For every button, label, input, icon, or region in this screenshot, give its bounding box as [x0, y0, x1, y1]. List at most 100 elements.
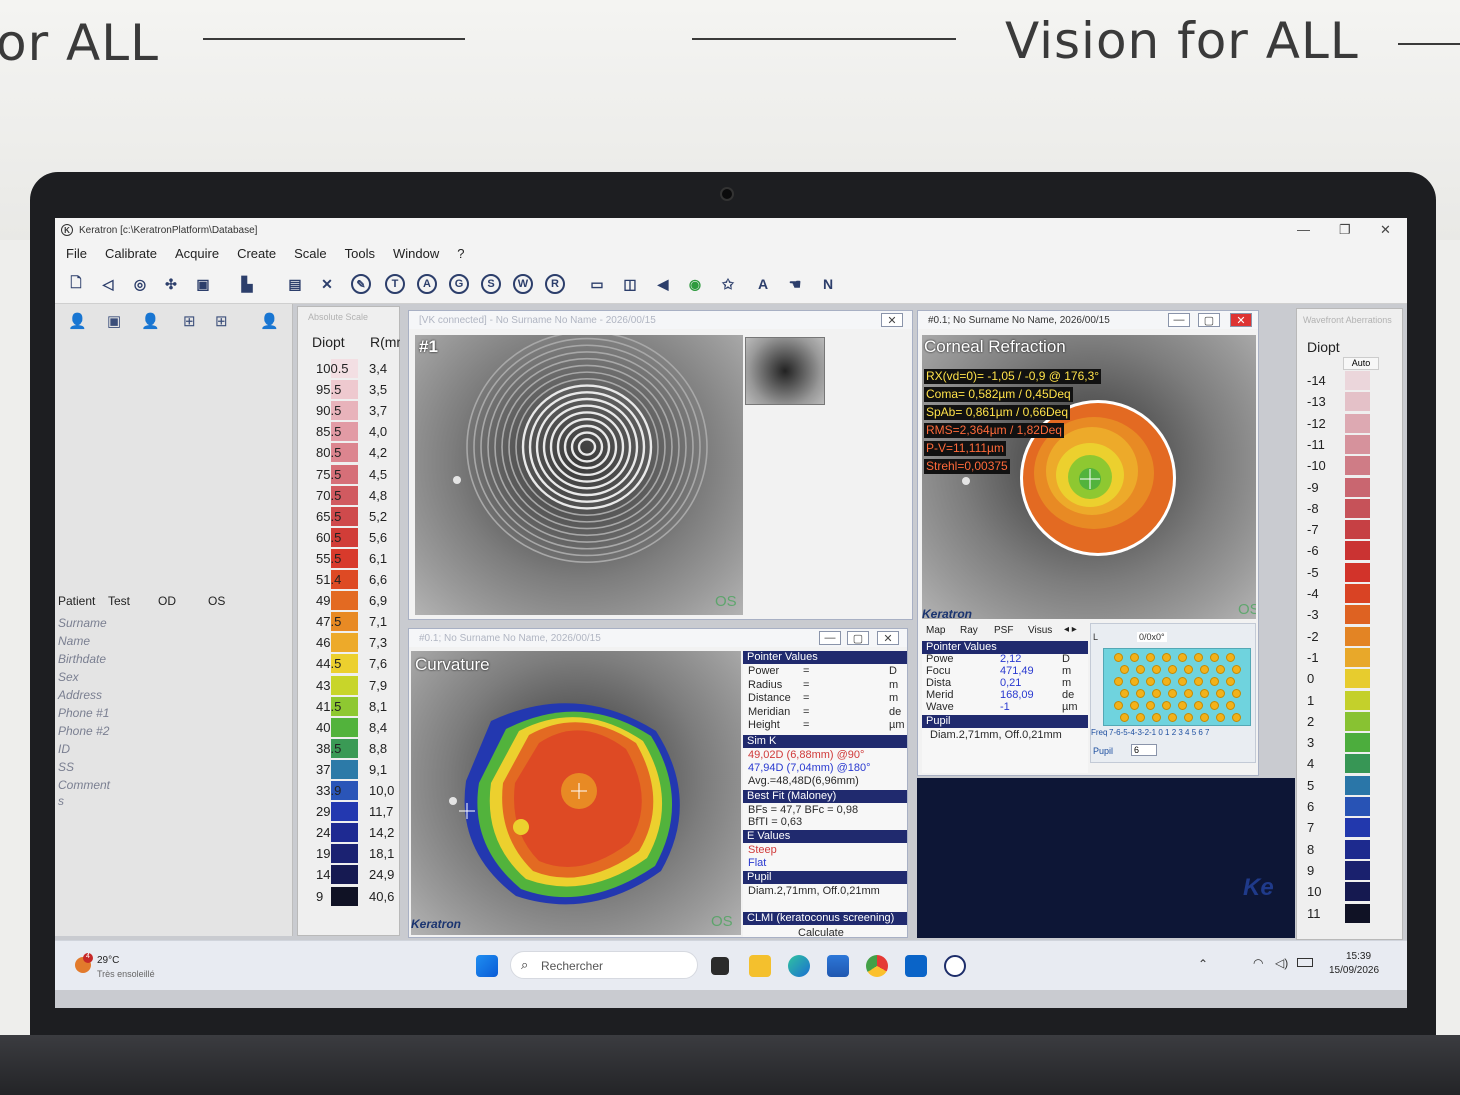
- phone2-field[interactable]: Phone #2: [58, 724, 109, 738]
- file-explorer-icon[interactable]: [749, 955, 771, 977]
- comment-field[interactable]: Comment: [58, 778, 110, 792]
- freq-label: Freq: [1091, 728, 1108, 737]
- group-left-icon[interactable]: ⊞: [183, 312, 196, 330]
- menu-acquire[interactable]: Acquire: [175, 246, 219, 261]
- app-title: Keratron [c:\KeratronPlatform\Database]: [79, 224, 258, 236]
- task-view-icon[interactable]: [711, 957, 729, 975]
- outlook-icon[interactable]: [905, 955, 927, 977]
- eye-icon[interactable]: ◉: [683, 272, 707, 296]
- id-field[interactable]: ID: [58, 742, 70, 756]
- sound-icon[interactable]: ◀: [651, 272, 675, 296]
- curvature-close-button[interactable]: ✕: [877, 631, 899, 645]
- phone1-field[interactable]: Phone #1: [58, 706, 109, 720]
- chart-folder-icon[interactable]: ◫: [618, 272, 642, 296]
- lens-value[interactable]: 0/0x0°: [1137, 632, 1167, 642]
- tray-battery-icon[interactable]: [1297, 958, 1313, 967]
- text-a-icon[interactable]: A: [751, 272, 775, 296]
- text-n-icon[interactable]: N: [816, 272, 840, 296]
- new-file-icon[interactable]: 🗋: [64, 272, 88, 296]
- vk-close-button[interactable]: ✕: [881, 313, 903, 327]
- os-label[interactable]: OS: [208, 594, 225, 608]
- user-edit-icon[interactable]: 👤: [260, 312, 279, 330]
- curvature-max-button[interactable]: ▢: [847, 631, 869, 645]
- search-box[interactable]: ⌕ Rechercher: [510, 951, 698, 979]
- wavefront-swatch: [1345, 413, 1370, 433]
- monitor-icon[interactable]: ▭: [585, 272, 609, 296]
- menu-file[interactable]: File: [66, 246, 87, 261]
- radius-value: 10,0: [369, 783, 395, 798]
- add-patient-icon[interactable]: 👤: [68, 312, 87, 330]
- network-icon[interactable]: ✣: [159, 272, 183, 296]
- chrome-icon[interactable]: [866, 955, 888, 977]
- close-button[interactable]: ✕: [1380, 222, 1391, 238]
- clock-date[interactable]: 15/09/2026: [1329, 965, 1379, 976]
- start-icon[interactable]: [476, 955, 498, 977]
- name-field[interactable]: Name: [58, 634, 90, 648]
- calculate-button[interactable]: Calculate: [798, 927, 844, 937]
- wavefront-diopt-value: -14: [1307, 373, 1326, 388]
- w-circle-icon[interactable]: W: [513, 274, 533, 294]
- patient-search-icon[interactable]: 👤: [141, 312, 160, 330]
- tray-network-icon[interactable]: ◠: [1253, 956, 1263, 970]
- speaker-icon[interactable]: ◁: [96, 272, 120, 296]
- birthdate-field[interactable]: Birthdate: [58, 652, 106, 666]
- globe-icon[interactable]: ◎: [128, 272, 152, 296]
- clock-time[interactable]: 15:39: [1346, 951, 1371, 962]
- menu-tools[interactable]: Tools: [345, 246, 375, 261]
- radius-value: 6,1: [369, 550, 388, 566]
- store-icon[interactable]: [827, 955, 849, 977]
- save-icon[interactable]: ▣: [191, 272, 215, 296]
- wavefront-auto-button[interactable]: Auto: [1343, 357, 1379, 370]
- diopt-value: 38.5: [316, 740, 342, 756]
- radius-value: 5,2: [369, 508, 388, 524]
- print-icon[interactable]: ▙: [235, 272, 259, 296]
- refraction-min-button[interactable]: —: [1168, 313, 1190, 327]
- menu-calibrate[interactable]: Calibrate: [105, 246, 157, 261]
- edit-circle-icon[interactable]: ✎: [351, 274, 371, 294]
- tray-chevron-icon[interactable]: ⌃: [1198, 957, 1208, 971]
- refraction-pointer-value: 471,49: [1000, 665, 1034, 677]
- curvature-min-button[interactable]: —: [819, 631, 841, 645]
- menu-scale[interactable]: Scale: [294, 246, 327, 261]
- keratron-taskbar-icon[interactable]: [944, 955, 966, 977]
- refraction-close-button[interactable]: ✕: [1230, 313, 1252, 327]
- tab-map[interactable]: Map: [926, 625, 945, 636]
- edge-icon[interactable]: [788, 955, 810, 977]
- wavefront-swatch: [1345, 839, 1370, 859]
- refraction-max-button[interactable]: ▢: [1198, 313, 1220, 327]
- tab-ray[interactable]: Ray: [960, 625, 978, 636]
- od-label[interactable]: OD: [158, 594, 176, 608]
- wavefront-diopt-value: -13: [1307, 394, 1326, 410]
- pupil-input[interactable]: 6: [1131, 744, 1157, 756]
- t-circle-icon[interactable]: T: [385, 274, 405, 294]
- visus-dot: [1232, 713, 1241, 722]
- pointer-icon[interactable]: ☚: [783, 272, 807, 296]
- s-circle-icon[interactable]: S: [481, 274, 501, 294]
- address-field[interactable]: Address: [58, 688, 102, 702]
- best-fit-header: Best Fit (Maloney): [743, 790, 907, 803]
- r-circle-icon[interactable]: R: [545, 274, 565, 294]
- g-circle-icon[interactable]: G: [449, 274, 469, 294]
- tab-scroll-arrows[interactable]: ◂ ▸: [1064, 624, 1077, 635]
- menu-create[interactable]: Create: [237, 246, 276, 261]
- ss-field[interactable]: SS: [58, 760, 74, 774]
- restore-button[interactable]: ❐: [1339, 222, 1351, 238]
- minimize-button[interactable]: —: [1297, 222, 1310, 237]
- tab-visus[interactable]: Visus: [1028, 625, 1052, 636]
- absolute-scale-row: 90.5 3,7: [308, 401, 398, 422]
- patient-card-icon[interactable]: ▣: [107, 312, 121, 330]
- vk-thumbnail[interactable]: [745, 337, 825, 405]
- group-right-icon[interactable]: ⊞: [215, 312, 228, 330]
- tray-volume-icon[interactable]: ◁): [1275, 956, 1288, 970]
- cross-icon[interactable]: ✕: [315, 272, 339, 296]
- menu-window[interactable]: Window: [393, 246, 439, 261]
- extra-field[interactable]: s: [58, 794, 64, 808]
- star-icon[interactable]: ✩: [716, 272, 740, 296]
- sex-field[interactable]: Sex: [58, 670, 79, 684]
- visus-chart[interactable]: [1103, 648, 1251, 726]
- stack-icon[interactable]: ▤: [283, 272, 307, 296]
- surname-field[interactable]: Surname: [58, 616, 107, 630]
- a-circle-icon[interactable]: A: [417, 274, 437, 294]
- tab-psf[interactable]: PSF: [994, 625, 1013, 636]
- menu-help[interactable]: ?: [457, 246, 464, 261]
